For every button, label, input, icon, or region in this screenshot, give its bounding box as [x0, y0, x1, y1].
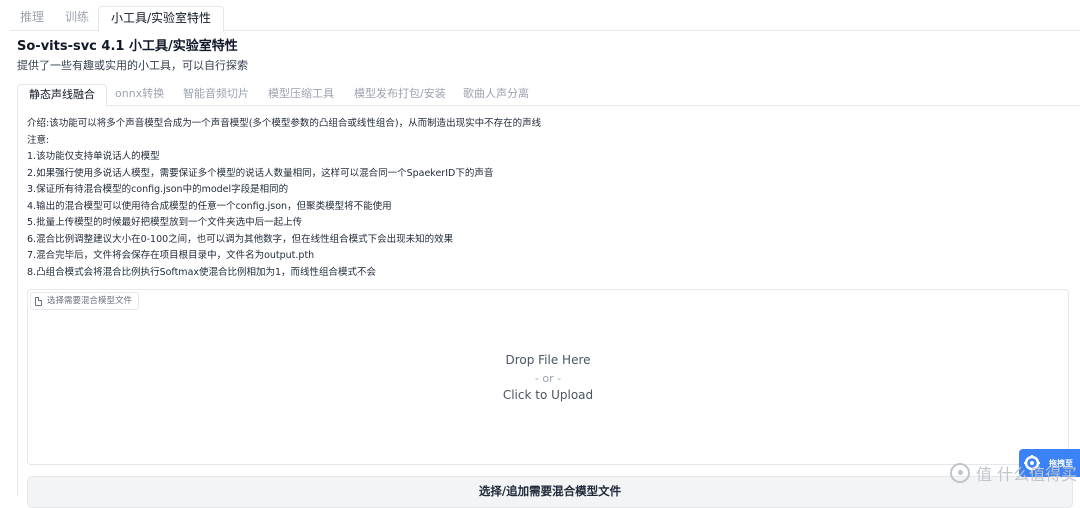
click-upload-text: Click to Upload	[502, 388, 594, 402]
file-icon	[35, 296, 42, 306]
tab-training[interactable]: 训练	[65, 6, 89, 29]
instruction-line: 2.如果强行使用多说话人模型，需要保证多个模型的说话人数量相同，这样可以混合同一…	[27, 167, 494, 179]
instruction-line: 注意:	[27, 134, 50, 146]
watermark-text: 值 什么值得买	[976, 465, 1078, 484]
tab-inference[interactable]: 推理	[20, 6, 44, 29]
page-subtitle: 提供了一些有趣或实用的小工具，可以自行探索	[17, 59, 248, 72]
sub-tab-bar: 静态声线融合 onnx转换 智能音频切片 模型压缩工具 模型发布打包/安装 歌曲…	[17, 84, 1080, 107]
instruction-line: 8.凸组合模式会将混合比例执行Softmax使混合比例相加为1，而线性组合模式不…	[27, 266, 377, 278]
logo-icon	[950, 463, 970, 483]
drop-instructions[interactable]: Drop File Here - or - Click to Upload	[28, 352, 1068, 405]
tab-voice-merge[interactable]: 静态声线融合	[17, 84, 107, 107]
top-tab-bar: 推理 训练 小工具/实验室特性	[10, 6, 1080, 32]
tab-onnx-export[interactable]: onnx转换	[115, 84, 164, 104]
instruction-line: 7.混合完毕后，文件将会保存在项目根目录中，文件名为output.pth	[27, 250, 315, 261]
instruction-line: 4.输出的混合模型可以使用待合成模型的任意一个config.json，但聚类模型…	[27, 200, 392, 212]
drop-file-text: Drop File Here	[505, 353, 591, 367]
instruction-line: 6.混合比例调整建议大小在0-100之间，也可以调为其他数字，但在线性组合模式下…	[27, 233, 454, 245]
instruction-line: 3.保证所有待混合模型的config.json中的model字段是相同的	[27, 184, 289, 195]
watermark: 值 什么值得买	[950, 462, 1077, 484]
upload-label: 选择需要混合模型文件	[30, 292, 140, 310]
tab-model-compress[interactable]: 模型压缩工具	[268, 84, 334, 104]
instruction-line: 1.该功能仅支持单说话人的模型	[27, 151, 160, 162]
add-models-button[interactable]: 选择/追加需要混合模型文件	[27, 476, 1073, 508]
drop-or-text: - or -	[534, 371, 562, 385]
tab-vocal-separation[interactable]: 歌曲人声分离	[463, 84, 529, 104]
tab-audio-slicer[interactable]: 智能音频切片	[183, 84, 249, 104]
page-title: So-vits-svc 4.1 小工具/实验室特性	[17, 39, 238, 54]
file-upload-dropzone[interactable]: 选择需要混合模型文件 Drop File Here - or - Click t…	[27, 289, 1069, 465]
instruction-line: 5.批量上传模型的时候最好把模型放到一个文件夹选中后一起上传	[27, 217, 303, 228]
instructions: 介绍:该功能可以将多个声音模型合成为一个声音模型(多个模型参数的凸组合或线性组合…	[27, 116, 541, 281]
upload-label-text: 选择需要混合模型文件	[47, 296, 133, 306]
instruction-line: 介绍:该功能可以将多个声音模型合成为一个声音模型(多个模型参数的凸组合或线性组合…	[27, 118, 542, 129]
tab-model-publish[interactable]: 模型发布打包/安装	[354, 84, 446, 104]
tab-tools[interactable]: 小工具/实验室特性	[98, 6, 225, 32]
tab-panel-voice-merge: 介绍:该功能可以将多个声音模型合成为一个声音模型(多个模型参数的凸组合或线性组合…	[17, 105, 1080, 508]
